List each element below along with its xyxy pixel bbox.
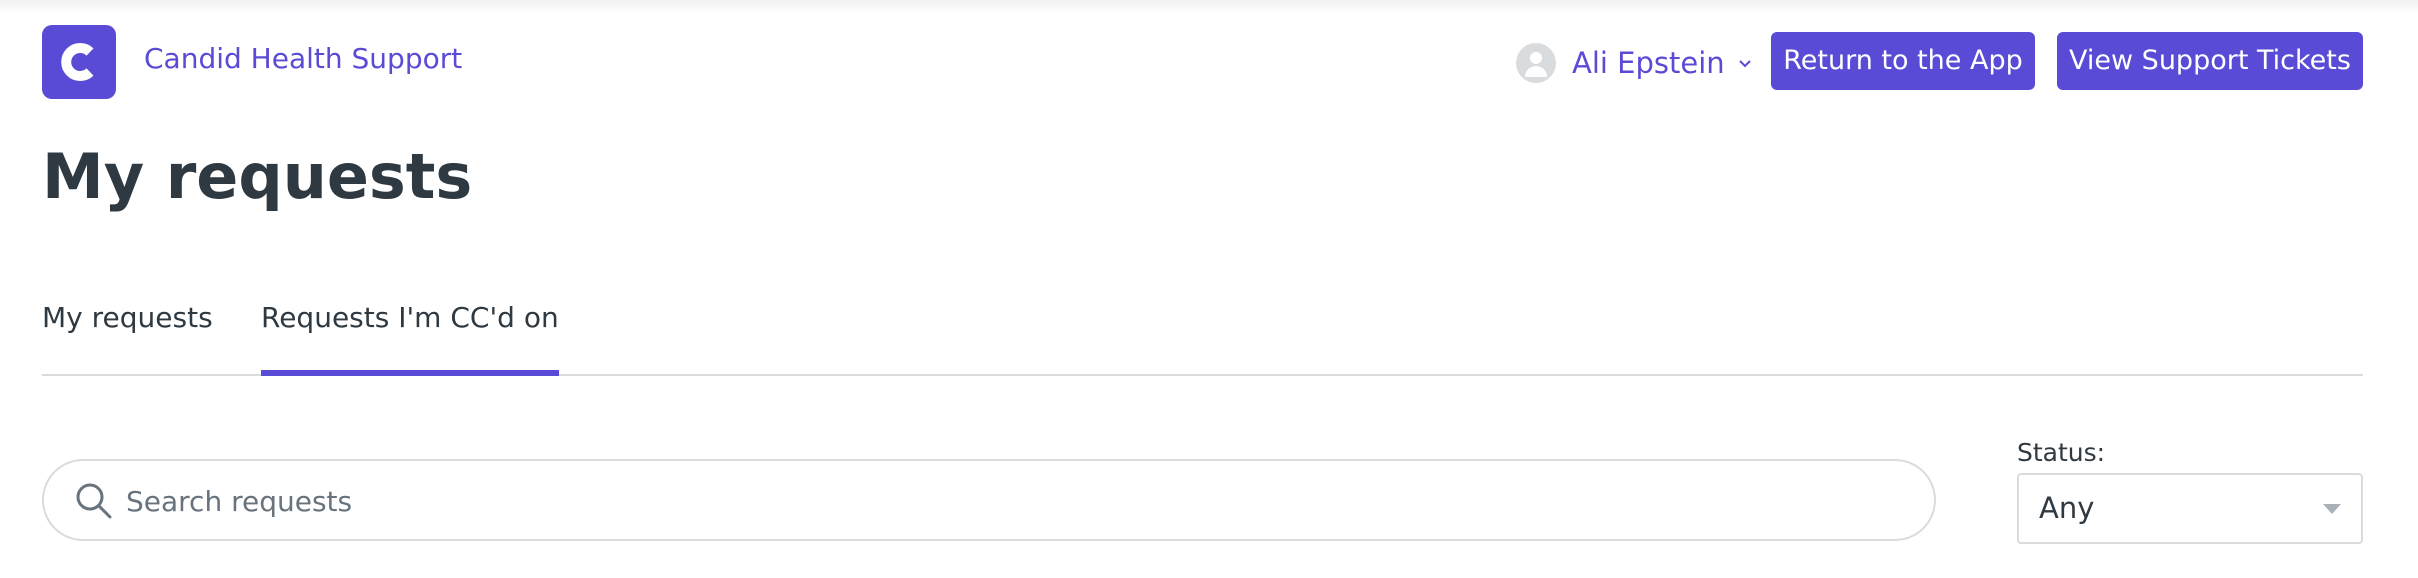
- caret-down-icon: [2323, 504, 2341, 514]
- view-support-tickets-button[interactable]: View Support Tickets: [2057, 32, 2363, 90]
- brand-link[interactable]: Candid Health Support: [144, 40, 462, 78]
- header-shadow: [0, 0, 2418, 14]
- tab-requests-cc[interactable]: Requests I'm CC'd on: [261, 296, 559, 376]
- chevron-down-icon: [1738, 60, 1751, 68]
- avatar-icon: [1516, 43, 1556, 83]
- search-box: [42, 459, 1936, 541]
- status-select[interactable]: Any: [2017, 473, 2363, 544]
- user-menu[interactable]: Ali Epstein: [1516, 41, 1753, 85]
- return-to-app-button[interactable]: Return to the App: [1771, 32, 2035, 90]
- status-selected-value: Any: [2039, 491, 2095, 525]
- search-input[interactable]: [124, 475, 1908, 527]
- search-icon: [76, 483, 112, 519]
- tab-my-requests[interactable]: My requests: [42, 296, 213, 370]
- logo-icon[interactable]: [42, 25, 116, 99]
- page-title: My requests: [42, 140, 473, 213]
- user-name: Ali Epstein: [1572, 46, 1725, 80]
- tab-bar: My requests Requests I'm CC'd on: [42, 296, 2363, 376]
- status-label: Status:: [2017, 438, 2106, 467]
